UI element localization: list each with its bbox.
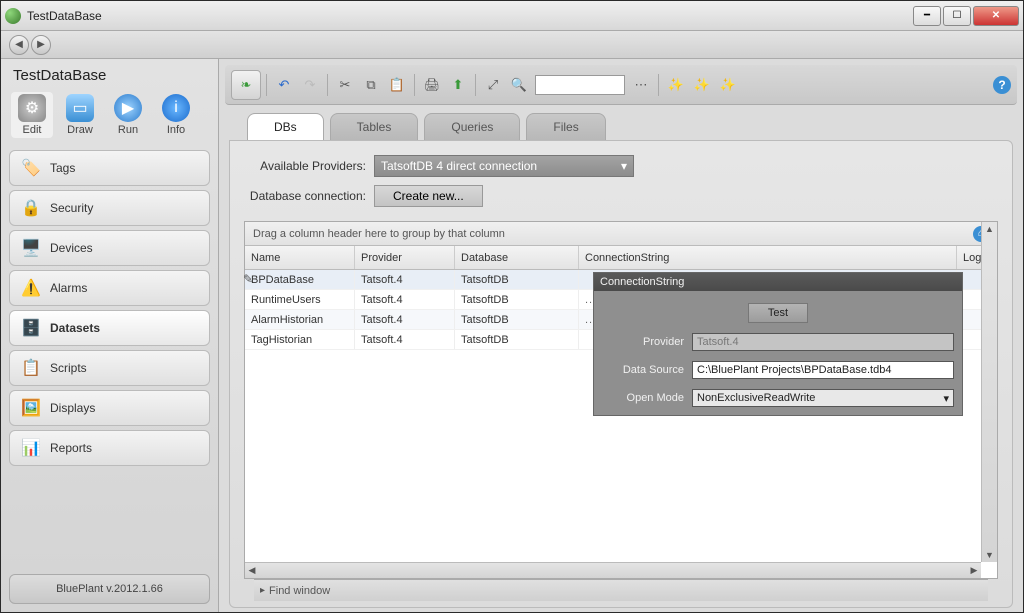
tab-dbs[interactable]: DBs xyxy=(247,113,324,140)
scroll-left-icon[interactable]: ◀ xyxy=(245,563,259,578)
window-title: TestDataBase xyxy=(27,9,913,23)
popup-datasource-field[interactable]: C:\BluePlant Projects\BPDataBase.tdb4 xyxy=(692,361,954,379)
project-title: TestDataBase xyxy=(1,63,218,90)
chevron-down-icon: ▾ xyxy=(621,159,627,173)
popup-openmode-dropdown[interactable]: NonExclusiveReadWrite ▾ xyxy=(692,389,954,407)
grid-header: Name Provider Database ConnectionString … xyxy=(245,246,997,270)
connection-label: Database connection: xyxy=(244,189,374,203)
group-by-bar[interactable]: Drag a column header here to group by th… xyxy=(245,222,997,246)
sidebar-nav: 🏷️Tags 🔒Security 🖥️Devices ⚠️Alarms 🗄️Da… xyxy=(1,144,218,566)
tab-files[interactable]: Files xyxy=(526,113,605,140)
display-icon: 🖼️ xyxy=(20,397,42,419)
report-icon: 📊 xyxy=(20,437,42,459)
settings-wand-button[interactable]: ✨ xyxy=(690,73,714,97)
redo-button[interactable]: ↷ xyxy=(298,73,322,97)
vertical-scrollbar[interactable]: ▲ ▼ xyxy=(981,222,997,562)
mode-info[interactable]: i Info xyxy=(155,92,197,138)
test-button[interactable]: Test xyxy=(748,303,808,323)
maximize-button[interactable]: ☐ xyxy=(943,6,971,26)
search-more-button[interactable]: ⋯ xyxy=(629,73,653,97)
popup-provider-field: Tatsoft.4 xyxy=(692,333,954,351)
sidebar-item-displays[interactable]: 🖼️Displays xyxy=(9,390,210,426)
content-area: ❧ ↶ ↷ ✂ ⧉ 📋 🖨 ⬆ ⤢ 🔍 ⋯ ✨ ✨ ✨ ? xyxy=(219,59,1023,612)
sidebar-item-scripts[interactable]: 📋Scripts xyxy=(9,350,210,386)
horizontal-scrollbar[interactable]: ◀ ▶ xyxy=(245,562,981,578)
copy-button[interactable]: ⧉ xyxy=(359,73,383,97)
zoom-button[interactable]: 🔍 xyxy=(507,73,531,97)
create-new-button[interactable]: Create new... xyxy=(374,185,483,207)
sidebar-item-security[interactable]: 🔒Security xyxy=(9,190,210,226)
column-database[interactable]: Database xyxy=(455,246,579,269)
find-window-bar[interactable]: ▸ Find window xyxy=(254,579,988,601)
app-window: TestDataBase ━ ☐ ✕ ◀ ▶ TestDataBase ⚙ Ed… xyxy=(0,0,1024,613)
lock-icon: 🔒 xyxy=(20,197,42,219)
history-bar: ◀ ▶ xyxy=(1,31,1023,59)
leaf-icon[interactable]: ❧ xyxy=(231,70,261,100)
mode-toolstrip: ⚙ Edit ▭ Draw ▶ Run i Info xyxy=(1,90,218,144)
search-input[interactable] xyxy=(535,75,625,95)
database-icon: 🗄️ xyxy=(20,317,42,339)
scroll-right-icon[interactable]: ▶ xyxy=(967,563,981,578)
info-icon: i xyxy=(162,94,190,122)
datagrid: ✎ Drag a column header here to group by … xyxy=(244,221,998,579)
chevron-down-icon: ▾ xyxy=(943,392,949,405)
tab-queries[interactable]: Queries xyxy=(424,113,520,140)
zoom-fit-button[interactable]: ⤢ xyxy=(481,73,505,97)
nav-forward-button[interactable]: ▶ xyxy=(31,35,51,55)
mode-draw[interactable]: ▭ Draw xyxy=(59,92,101,138)
providers-label: Available Providers: xyxy=(244,159,374,173)
sidebar-item-datasets[interactable]: 🗄️Datasets xyxy=(9,310,210,346)
play-icon: ▶ xyxy=(114,94,142,122)
minimize-button[interactable]: ━ xyxy=(913,6,941,26)
undo-button[interactable]: ↶ xyxy=(272,73,296,97)
about-button[interactable]: BluePlant v.2012.1.66 xyxy=(9,574,210,604)
chevron-right-icon: ▸ xyxy=(260,585,265,596)
scroll-down-icon[interactable]: ▼ xyxy=(982,548,997,562)
sidebar: TestDataBase ⚙ Edit ▭ Draw ▶ Run i Info xyxy=(1,59,219,612)
mode-run[interactable]: ▶ Run xyxy=(107,92,149,138)
close-button[interactable]: ✕ xyxy=(973,6,1019,26)
paste-button[interactable]: 📋 xyxy=(385,73,409,97)
popup-openmode-label: Open Mode xyxy=(602,392,692,404)
providers-dropdown[interactable]: TatsoftDB 4 direct connection ▾ xyxy=(374,155,634,177)
popup-title: ConnectionString xyxy=(594,273,962,291)
column-provider[interactable]: Provider xyxy=(355,246,455,269)
sidebar-item-tags[interactable]: 🏷️Tags xyxy=(9,150,210,186)
row-edit-icon: ✎ xyxy=(243,272,253,286)
connectionstring-popup: ConnectionString Test Provider Tatsoft.4… xyxy=(593,272,963,416)
sidebar-item-devices[interactable]: 🖥️Devices xyxy=(9,230,210,266)
column-connectionstring[interactable]: ConnectionString xyxy=(579,246,957,269)
wizard-button[interactable]: ✨ xyxy=(664,73,688,97)
export-button[interactable]: ⬆ xyxy=(446,73,470,97)
titlebar: TestDataBase ━ ☐ ✕ xyxy=(1,1,1023,31)
tab-strip: DBs Tables Queries Files xyxy=(219,105,1023,140)
column-name[interactable]: Name xyxy=(245,246,355,269)
gear-icon: ⚙ xyxy=(18,94,46,122)
dbs-panel: Available Providers: TatsoftDB 4 direct … xyxy=(229,140,1013,608)
nav-back-button[interactable]: ◀ xyxy=(9,35,29,55)
print-button[interactable]: 🖨 xyxy=(420,73,444,97)
popup-provider-label: Provider xyxy=(602,336,692,348)
mode-edit[interactable]: ⚙ Edit xyxy=(11,92,53,138)
main-toolbar: ❧ ↶ ↷ ✂ ⧉ 📋 🖨 ⬆ ⤢ 🔍 ⋯ ✨ ✨ ✨ ? xyxy=(225,65,1017,105)
scroll-up-icon[interactable]: ▲ xyxy=(982,222,997,236)
sidebar-item-reports[interactable]: 📊Reports xyxy=(9,430,210,466)
alarm-icon: ⚠️ xyxy=(20,277,42,299)
cut-button[interactable]: ✂ xyxy=(333,73,357,97)
tag-icon: 🏷️ xyxy=(20,157,42,179)
help-button[interactable]: ? xyxy=(993,76,1011,94)
magic-wand-button[interactable]: ✨ xyxy=(716,73,740,97)
sidebar-item-alarms[interactable]: ⚠️Alarms xyxy=(9,270,210,306)
tab-tables[interactable]: Tables xyxy=(330,113,419,140)
draw-icon: ▭ xyxy=(66,94,94,122)
popup-datasource-label: Data Source xyxy=(602,364,692,376)
script-icon: 📋 xyxy=(20,357,42,379)
app-icon xyxy=(5,8,21,24)
device-icon: 🖥️ xyxy=(20,237,42,259)
